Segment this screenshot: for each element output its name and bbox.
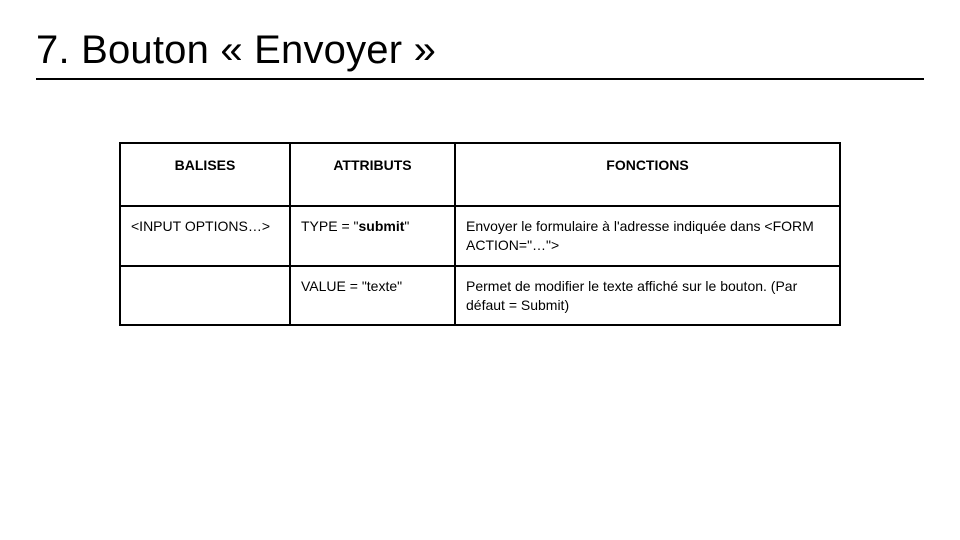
cell-fonctions: Permet de modifier le texte affiché sur … bbox=[455, 266, 840, 326]
cell-balises: <INPUT OPTIONS…> bbox=[120, 206, 290, 266]
slide-title: 7. Bouton « Envoyer » bbox=[36, 28, 924, 72]
header-attributs: ATTRIBUTS bbox=[290, 143, 455, 206]
table-header-row: BALISES ATTRIBUTS FONCTIONS bbox=[120, 143, 840, 206]
cell-attributs: TYPE = "submit" bbox=[290, 206, 455, 266]
slide: 7. Bouton « Envoyer » BALISES ATTRIBUTS … bbox=[0, 0, 960, 540]
attr-post: " bbox=[404, 218, 409, 234]
attr-pre: TYPE = " bbox=[301, 218, 359, 234]
attr-bold: submit bbox=[359, 218, 405, 234]
cell-attributs: VALUE = "texte" bbox=[290, 266, 455, 326]
header-balises: BALISES bbox=[120, 143, 290, 206]
cell-balises bbox=[120, 266, 290, 326]
header-fonctions: FONCTIONS bbox=[455, 143, 840, 206]
table-row: <INPUT OPTIONS…> TYPE = "submit" Envoyer… bbox=[120, 206, 840, 266]
cell-fonctions: Envoyer le formulaire à l'adresse indiqu… bbox=[455, 206, 840, 266]
attr-pre: VALUE = "texte" bbox=[301, 278, 402, 294]
table-row: VALUE = "texte" Permet de modifier le te… bbox=[120, 266, 840, 326]
reference-table: BALISES ATTRIBUTS FONCTIONS <INPUT OPTIO… bbox=[119, 142, 841, 326]
title-underline bbox=[36, 78, 924, 80]
table-wrap: BALISES ATTRIBUTS FONCTIONS <INPUT OPTIO… bbox=[36, 142, 924, 326]
